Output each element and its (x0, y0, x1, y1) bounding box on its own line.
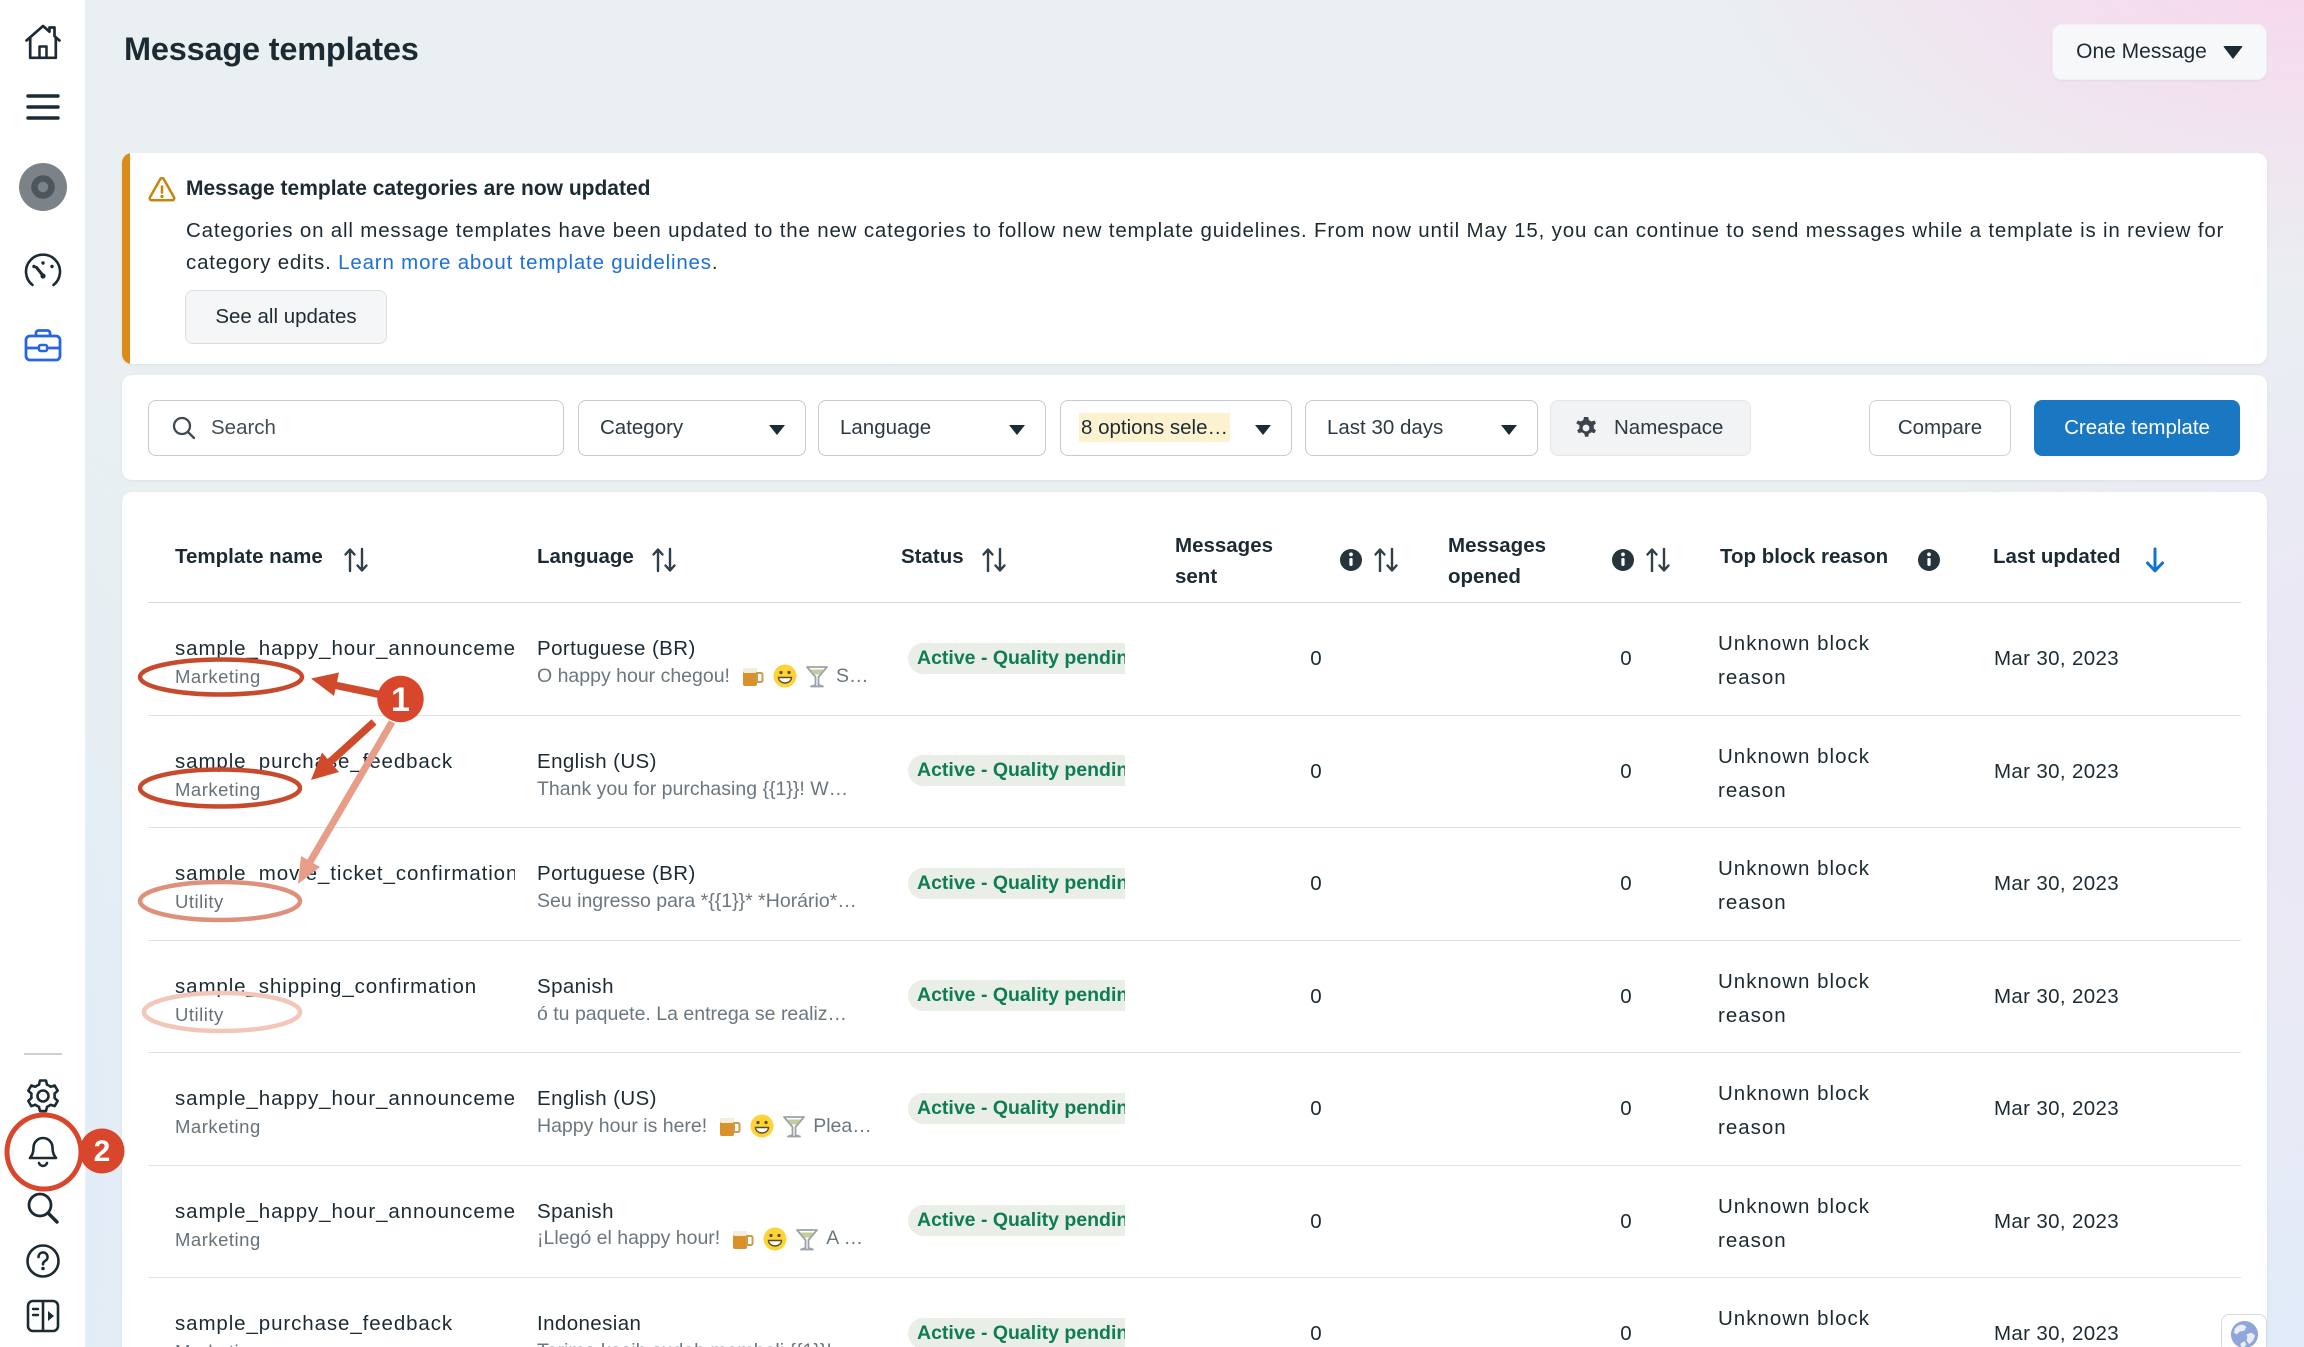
svg-text:1: 1 (391, 681, 410, 719)
svg-text:2: 2 (94, 1135, 111, 1168)
